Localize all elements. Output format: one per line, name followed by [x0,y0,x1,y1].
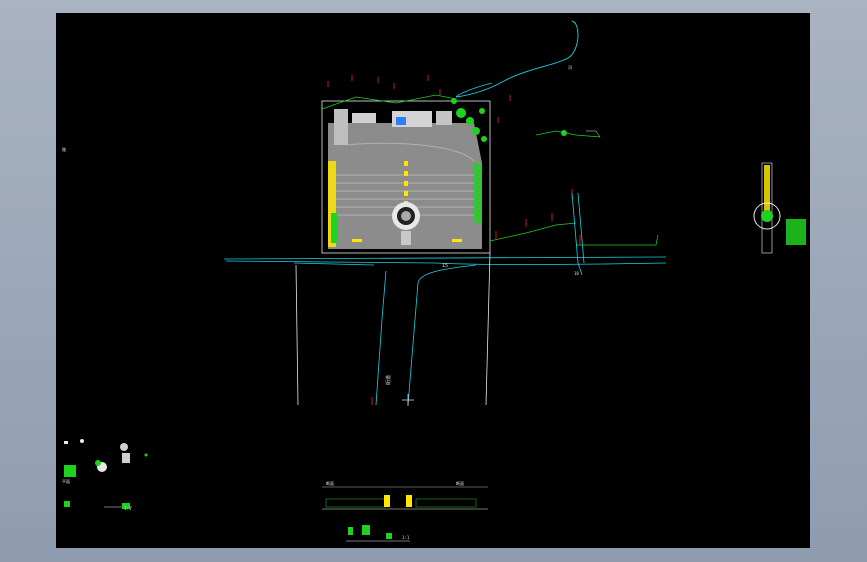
section-label-b: 断面 [456,480,464,486]
west-note: 路 [62,146,66,152]
road-label-mid: 15 [442,263,448,269]
legend-symbols [64,439,148,509]
section-drawing [322,486,488,542]
legend-note: 平面 [62,479,70,484]
right-detail-drawing [753,162,806,254]
river-line [455,20,579,98]
river-label: 河 [568,64,572,70]
road-label-vertical: 街道 [385,375,392,385]
road-label-east: 18 [574,271,579,276]
cad-drawing-canvas[interactable]: 河 15 街道 18 路 1:1 断面 断面 1:1 平面 [56,13,810,548]
scale-note-2: 1:1 [402,535,410,540]
scale-note-1: 1:1 [124,506,132,511]
site-plan-drawing: 河 15 街道 18 路 1:1 断面 断面 1:1 平面 [62,20,806,542]
river-line-branch [455,82,493,98]
small-detail-sketch [535,130,601,138]
section-label-a: 断面 [326,480,334,486]
